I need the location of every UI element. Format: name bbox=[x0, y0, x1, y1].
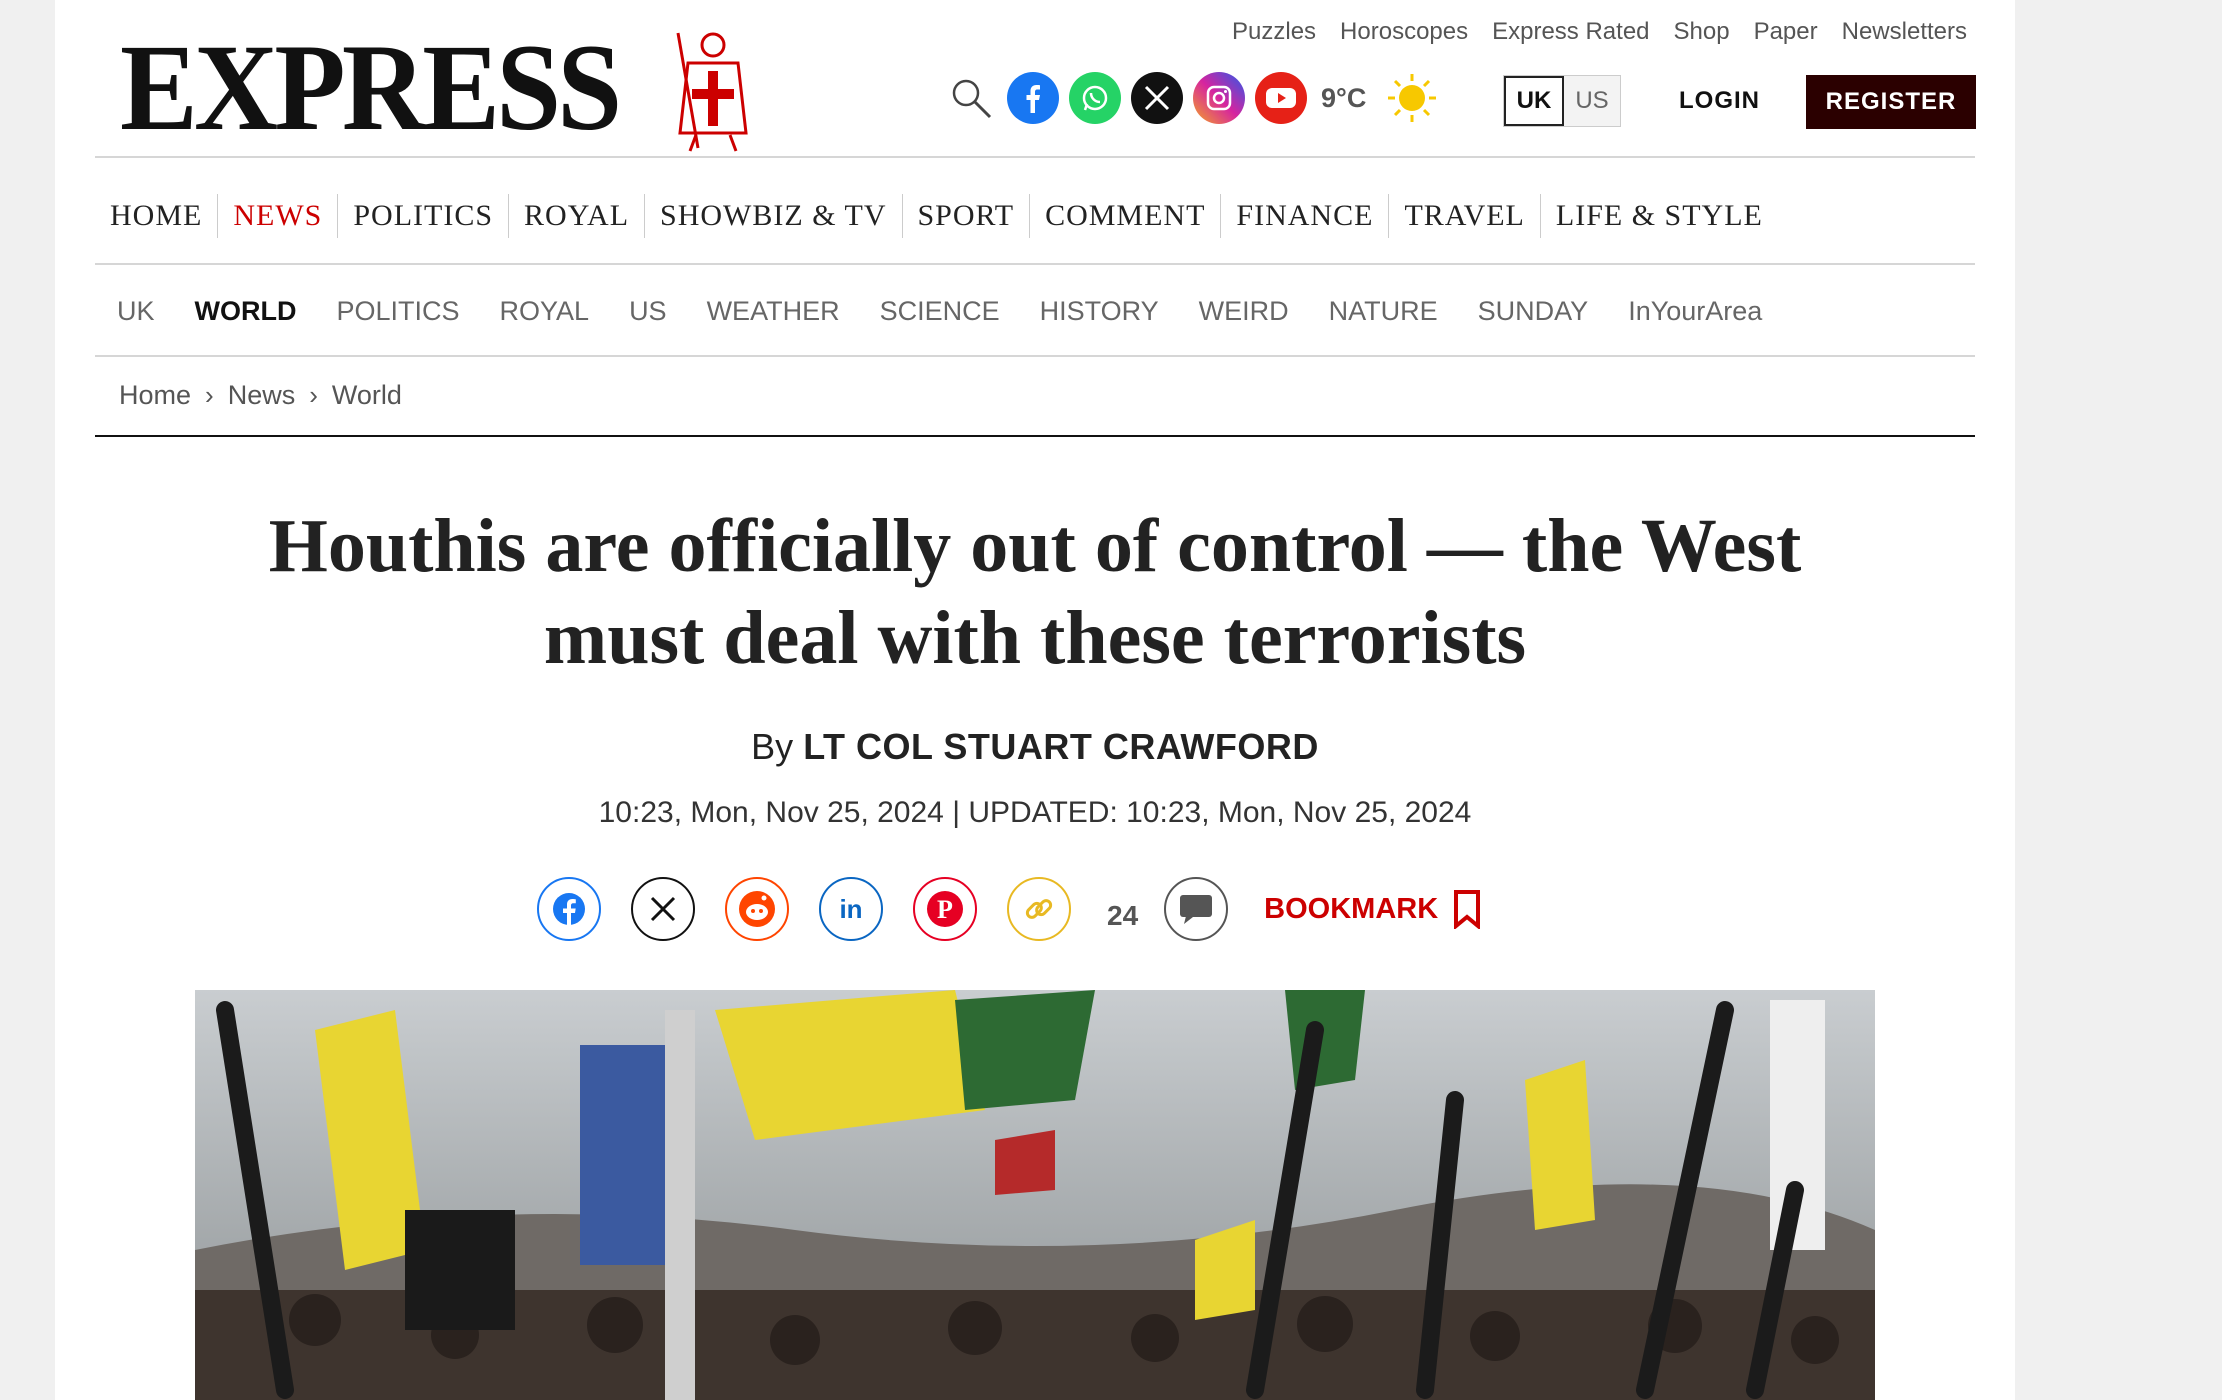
nav-news[interactable]: NEWS bbox=[218, 194, 339, 238]
subnav-weird[interactable]: WEIRD bbox=[1199, 296, 1289, 327]
top-link-paper[interactable]: Paper bbox=[1754, 18, 1818, 46]
subnav-royal[interactable]: ROYAL bbox=[500, 296, 590, 327]
headline-line-1: Houthis are officially out of control — … bbox=[268, 504, 1802, 588]
youtube-icon[interactable] bbox=[1255, 72, 1307, 124]
nav-home[interactable]: HOME bbox=[95, 194, 219, 238]
linkedin-icon[interactable]: in bbox=[819, 877, 883, 941]
comment-icon[interactable] bbox=[1164, 877, 1229, 941]
bookmark-label: BOOKMARK bbox=[1264, 892, 1439, 925]
breadcrumb-divider bbox=[95, 435, 1975, 437]
subnav-world[interactable]: WORLD bbox=[195, 296, 297, 327]
express-logo[interactable]: EXPRESS bbox=[120, 18, 758, 158]
page: EXPRESS Puzzles Horoscopes Express Rated… bbox=[55, 0, 2015, 1400]
chevron-right-icon: › bbox=[309, 379, 318, 410]
x-icon[interactable] bbox=[631, 877, 695, 941]
edition-uk[interactable]: UK bbox=[1504, 76, 1564, 126]
search-icon[interactable] bbox=[945, 72, 997, 124]
link-icon[interactable] bbox=[1007, 877, 1071, 941]
register-button[interactable]: REGISTER bbox=[1806, 75, 1976, 129]
subnav-inyourarea[interactable]: InYourArea bbox=[1628, 296, 1762, 327]
article-headline: Houthis are officially out of control — … bbox=[95, 500, 1975, 684]
nav-comment[interactable]: COMMENT bbox=[1030, 194, 1222, 238]
subnav-science[interactable]: SCIENCE bbox=[880, 296, 1000, 327]
byline-prefix: By bbox=[751, 726, 794, 767]
header-icon-row: 9°C bbox=[945, 72, 1448, 124]
nav-finance[interactable]: FINANCE bbox=[1221, 194, 1390, 238]
article-dates: 10:23, Mon, Nov 25, 2024 | UPDATED: 10:2… bbox=[598, 796, 1472, 829]
top-link-newsletters[interactable]: Newsletters bbox=[1842, 18, 1967, 46]
hero-image-illustration bbox=[195, 990, 1875, 1400]
breadcrumb-news[interactable]: News bbox=[228, 380, 296, 411]
subnav-politics[interactable]: POLITICS bbox=[337, 296, 460, 327]
facebook-icon[interactable] bbox=[537, 877, 601, 941]
byline: By LT COL STUART CRAWFORD bbox=[55, 726, 2015, 768]
nav-travel[interactable]: TRAVEL bbox=[1389, 194, 1541, 238]
subnav-nature[interactable]: NATURE bbox=[1329, 296, 1438, 327]
subnav-weather[interactable]: WEATHER bbox=[707, 296, 840, 327]
sun-icon bbox=[1386, 72, 1438, 124]
header-divider bbox=[95, 156, 1975, 158]
login-button[interactable]: LOGIN bbox=[1679, 75, 1760, 127]
top-link-horoscopes[interactable]: Horoscopes bbox=[1340, 18, 1468, 46]
breadcrumb-home[interactable]: Home bbox=[119, 380, 191, 411]
nav-showbiz-tv[interactable]: SHOWBIZ & TV bbox=[645, 194, 903, 238]
share-bar: in P 24 BOOKMARK bbox=[537, 877, 1482, 941]
comment-count[interactable]: 24 bbox=[1107, 900, 1138, 932]
subnav-history[interactable]: HISTORY bbox=[1040, 296, 1159, 327]
nav-sport[interactable]: SPORT bbox=[903, 194, 1031, 238]
edition-us[interactable]: US bbox=[1564, 76, 1620, 126]
whatsapp-icon[interactable] bbox=[1069, 72, 1121, 124]
logo-wordmark: EXPRESS bbox=[120, 19, 622, 156]
nav-politics[interactable]: POLITICS bbox=[338, 194, 510, 238]
svg-text:in: in bbox=[839, 894, 862, 924]
nav-life-style[interactable]: LIFE & STYLE bbox=[1541, 194, 1778, 238]
breadcrumb: Home › News › World bbox=[119, 372, 402, 418]
facebook-icon[interactable] bbox=[1007, 72, 1059, 124]
top-link-shop[interactable]: Shop bbox=[1674, 18, 1730, 46]
x-icon[interactable] bbox=[1131, 72, 1183, 124]
nav-royal[interactable]: ROYAL bbox=[509, 194, 646, 238]
bookmark-button[interactable]: BOOKMARK bbox=[1264, 889, 1482, 929]
main-nav: HOME NEWS POLITICS ROYAL SHOWBIZ & TV SP… bbox=[95, 190, 1778, 242]
sub-nav: UK WORLD POLITICS ROYAL US WEATHER SCIEN… bbox=[117, 286, 1802, 336]
bookmark-icon bbox=[1454, 890, 1481, 929]
nav-divider bbox=[95, 263, 1975, 265]
reddit-icon[interactable] bbox=[725, 877, 789, 941]
subnav-sunday[interactable]: SUNDAY bbox=[1478, 296, 1589, 327]
svg-text:P: P bbox=[937, 895, 953, 924]
article-hero-image bbox=[195, 990, 1875, 1400]
author-name[interactable]: LT COL STUART CRAWFORD bbox=[803, 726, 1319, 767]
crusader-icon bbox=[676, 32, 748, 152]
top-link-express-rated[interactable]: Express Rated bbox=[1492, 18, 1649, 46]
instagram-icon[interactable] bbox=[1193, 72, 1245, 124]
chevron-right-icon: › bbox=[205, 379, 214, 410]
top-link-puzzles[interactable]: Puzzles bbox=[1232, 18, 1316, 46]
headline-line-2: must deal with these terrorists bbox=[543, 596, 1527, 680]
breadcrumb-world[interactable]: World bbox=[332, 380, 402, 411]
subnav-us[interactable]: US bbox=[629, 296, 667, 327]
subnav-divider bbox=[95, 355, 1975, 357]
weather-temperature: 9°C bbox=[1321, 82, 1367, 113]
pinterest-icon[interactable]: P bbox=[913, 877, 977, 941]
subnav-uk[interactable]: UK bbox=[117, 296, 155, 327]
edition-switcher: UK US bbox=[1503, 75, 1621, 127]
top-links: Puzzles Horoscopes Express Rated Shop Pa… bbox=[1232, 18, 1967, 46]
